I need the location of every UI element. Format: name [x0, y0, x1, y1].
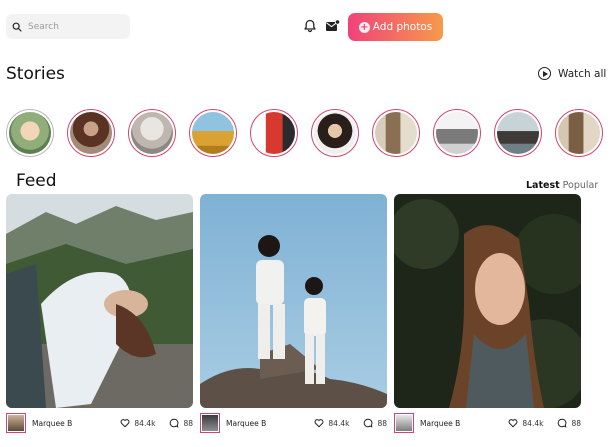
like-count: 84.4k [134, 418, 156, 428]
author-name[interactable]: Marquee B [420, 419, 460, 428]
feed-card-footer: Marquee B 84.4k 88 [6, 412, 193, 434]
watch-all-label: Watch all [558, 67, 607, 80]
feed-photo[interactable] [200, 194, 387, 408]
author-name[interactable]: Marquee B [32, 419, 72, 428]
avatar[interactable] [200, 413, 220, 433]
story-avatar[interactable] [128, 109, 176, 157]
top-bar: + Add photos [0, 0, 615, 52]
search-box[interactable] [6, 14, 130, 39]
comment-count: 88 [571, 418, 581, 428]
story-avatar[interactable] [372, 109, 420, 157]
comment-icon[interactable] [557, 418, 567, 428]
avatar[interactable] [6, 413, 26, 433]
story-avatar[interactable] [433, 109, 481, 157]
comment-icon[interactable] [363, 418, 373, 428]
watch-all-link[interactable]: Watch all [538, 67, 606, 80]
play-icon [538, 67, 551, 80]
story-avatar[interactable] [494, 109, 542, 157]
card-stats: 84.4k 88 [120, 418, 193, 428]
feed-photo-art [6, 194, 193, 408]
avatar[interactable] [394, 413, 414, 433]
heart-icon[interactable] [120, 418, 130, 428]
comment-count: 88 [183, 418, 193, 428]
feed-card-footer: Marquee B 84.4k 88 [394, 412, 581, 434]
comment-icon[interactable] [169, 418, 179, 428]
heart-icon[interactable] [314, 418, 324, 428]
like-count: 84.4k [328, 418, 350, 428]
add-photos-button[interactable]: + Add photos [348, 13, 443, 41]
story-avatar[interactable] [250, 109, 298, 157]
story-avatar[interactable] [67, 109, 115, 157]
mail-icon[interactable] [325, 19, 340, 33]
card-stats: 84.4k 88 [314, 418, 387, 428]
like-count: 84.4k [522, 418, 544, 428]
feed-photo[interactable] [6, 194, 193, 408]
search-input[interactable] [28, 21, 128, 32]
feed-photo[interactable] [394, 194, 581, 408]
plus-icon: + [358, 21, 370, 33]
stories-title: Stories [6, 64, 65, 84]
tab-popular[interactable]: Popular [563, 180, 599, 191]
tab-latest[interactable]: Latest [526, 180, 560, 191]
story-avatar[interactable] [6, 109, 54, 157]
bell-icon[interactable] [303, 19, 317, 33]
feed-photo-art [394, 194, 581, 408]
story-avatar[interactable] [311, 109, 359, 157]
feed-card-footer: Marquee B 84.4k 88 [200, 412, 387, 434]
story-avatar[interactable] [189, 109, 237, 157]
story-avatar[interactable] [555, 109, 603, 157]
comment-count: 88 [377, 418, 387, 428]
search-icon [12, 22, 22, 32]
feed-photo-art [200, 194, 387, 408]
feed-tabs: Latest Popular [526, 180, 598, 191]
add-photos-label: Add photos [372, 21, 433, 33]
card-stats: 84.4k 88 [508, 418, 581, 428]
author-name[interactable]: Marquee B [226, 419, 266, 428]
feed-title: Feed [16, 171, 57, 191]
heart-icon[interactable] [508, 418, 518, 428]
